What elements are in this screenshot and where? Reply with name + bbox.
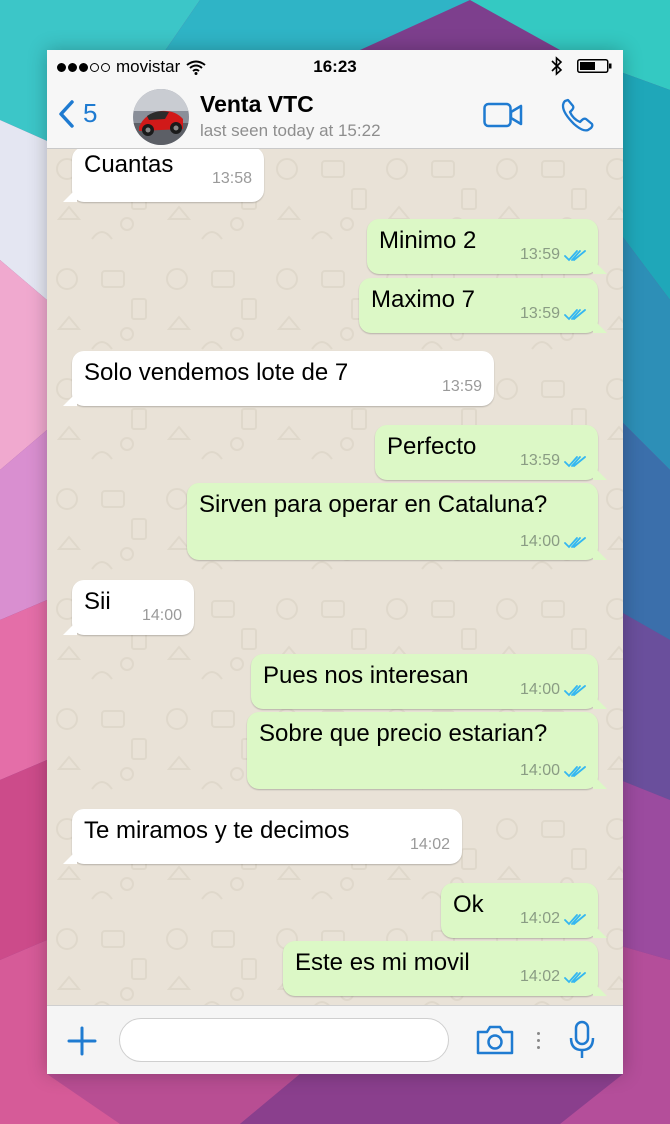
message-time: 14:02 [519, 910, 560, 927]
message-text: Cuantas [84, 151, 174, 178]
message-text: Maximo 7 [371, 286, 476, 313]
incoming-message[interactable]: Te miramos y te decimos 14:02 [63, 809, 462, 864]
message-text: Minimo 2 [379, 227, 477, 254]
read-ticks-icon [564, 309, 586, 321]
incoming-message[interactable]: Solo vendemos lote de 7 13:59 [63, 351, 494, 406]
contact-avatar[interactable] [133, 89, 189, 145]
attach-button[interactable] [67, 1026, 97, 1061]
message-time: 13:59 [441, 378, 482, 395]
separator-dots [537, 1032, 540, 1049]
video-call-icon [483, 102, 523, 128]
message-time: 14:02 [519, 968, 560, 985]
unread-chats-count: 5 [83, 98, 98, 128]
message-time: 13:58 [211, 170, 252, 187]
battery-icon [577, 59, 612, 73]
message-time: 14:00 [519, 681, 560, 698]
camera-icon [476, 1025, 514, 1055]
message-text: Sirven para operar en Cataluna? [199, 491, 548, 518]
chat-header: 5 Venta VTC last seen today at 15:22 [47, 84, 623, 149]
read-ticks-icon [564, 766, 586, 778]
message-time: 13:59 [519, 246, 560, 263]
message-time: 14:02 [409, 836, 450, 853]
back-button[interactable]: 5 [57, 98, 97, 129]
message-text: Solo vendemos lote de 7 [84, 359, 349, 386]
message-text: Te miramos y te decimos [84, 817, 350, 844]
voice-call-button[interactable] [559, 97, 595, 138]
message-time: 14:00 [519, 533, 560, 550]
read-ticks-icon [564, 972, 586, 984]
camera-button[interactable] [475, 1024, 515, 1061]
last-seen-status: last seen today at 15:22 [200, 121, 381, 140]
message-time: 14:00 [141, 607, 182, 624]
back-chevron-icon [59, 99, 74, 128]
read-ticks-icon [564, 914, 586, 926]
outgoing-message[interactable]: Sirven para operar en Cataluna? 14:00 [187, 483, 607, 560]
contact-name[interactable]: Venta VTC [200, 91, 314, 118]
status-time: 16:23 [313, 57, 357, 76]
video-call-button[interactable] [483, 102, 523, 133]
message-time: 14:00 [519, 762, 560, 779]
phone-call-icon [561, 98, 594, 132]
status-bar: movistar 16:23 [47, 50, 623, 84]
outgoing-message[interactable]: Sobre que precio estarian? 14:00 [247, 712, 607, 789]
read-ticks-icon [564, 456, 586, 468]
read-ticks-icon [564, 250, 586, 262]
phone-screen: movistar 16:23 5 Venta VTC last seen tod… [47, 50, 623, 1074]
chat-messages-area[interactable]: Cuantas 13:58 Minimo 2 13:59 Maximo 7 13:59 So… [47, 149, 623, 1005]
message-text: Ok [453, 891, 484, 918]
message-text: Este es mi movil [295, 949, 470, 976]
message-text: Perfecto [387, 433, 477, 460]
status-right [551, 56, 613, 76]
incoming-message[interactable]: Cuantas 13:58 [63, 149, 264, 202]
outgoing-message[interactable]: Pues nos interesan 14:00 [251, 654, 607, 709]
message-text: Sobre que precio estarian? [259, 720, 548, 747]
bluetooth-icon [551, 56, 563, 76]
message-input-bar [47, 1005, 623, 1074]
outgoing-message[interactable]: Este es mi movil 14:02 [283, 941, 607, 996]
incoming-message[interactable]: Sii 14:00 [63, 580, 194, 635]
read-ticks-icon [564, 685, 586, 697]
message-time: 13:59 [519, 305, 560, 322]
message-input[interactable] [119, 1018, 449, 1062]
outgoing-message[interactable]: Ok 14:02 [441, 883, 607, 938]
outgoing-message[interactable]: Maximo 7 13:59 [359, 278, 607, 333]
plus-icon [67, 1026, 97, 1056]
message-time: 13:59 [519, 452, 560, 469]
message-text: Sii [84, 588, 111, 615]
read-ticks-icon [564, 537, 586, 549]
microphone-icon [569, 1020, 595, 1058]
outgoing-message[interactable]: Minimo 2 13:59 [367, 219, 607, 274]
voice-message-button[interactable] [567, 1020, 597, 1065]
outgoing-message[interactable]: Perfecto 13:59 [375, 425, 607, 480]
message-text: Pues nos interesan [263, 662, 469, 689]
